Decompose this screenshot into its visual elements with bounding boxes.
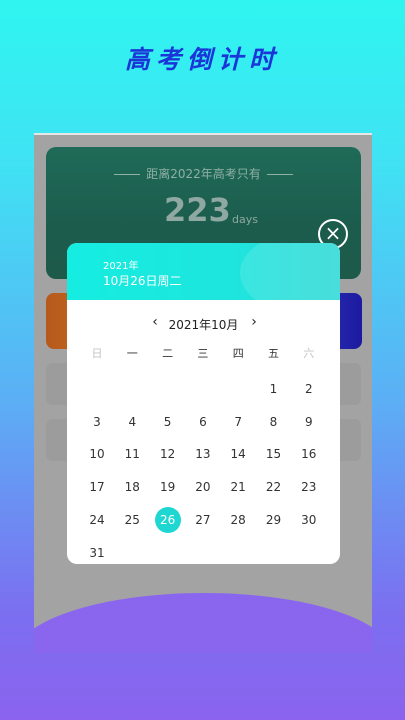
calendar-day[interactable]: 21 xyxy=(221,474,255,500)
calendar-day[interactable]: 3 xyxy=(80,409,114,435)
date-picker-dialog: 2021年 10月26日周二 ‹ 2021年10月 › 日一二三四五六 1234… xyxy=(67,243,340,564)
calendar-day[interactable]: 19 xyxy=(151,474,185,500)
header-decoration xyxy=(240,243,340,313)
calendar-day[interactable]: 20 xyxy=(186,474,220,500)
month-title: 2021年10月 xyxy=(168,318,239,332)
calendar-day[interactable]: 2 xyxy=(292,376,326,402)
calendar-day[interactable]: 18 xyxy=(115,474,149,500)
selected-date[interactable]: 10月26日周二 xyxy=(103,272,182,289)
calendar-day[interactable]: 10 xyxy=(80,441,114,467)
countdown-subtitle: 距离2022年高考只有 xyxy=(146,167,261,181)
selected-year[interactable]: 2021年 xyxy=(103,257,138,272)
divider xyxy=(266,174,293,175)
weekday-label: 四 xyxy=(232,347,244,360)
weekday-label: 六 xyxy=(303,347,315,360)
calendar-day[interactable]: 30 xyxy=(292,507,326,533)
calendar-day[interactable]: 8 xyxy=(257,409,291,435)
app-title: 高考倒计时 xyxy=(124,45,280,74)
calendar-day[interactable]: 5 xyxy=(151,409,185,435)
calendar-day[interactable]: 14 xyxy=(221,441,255,467)
countdown-subtitle-wrap: 距离2022年高考只有 xyxy=(46,165,361,182)
calendar-day[interactable]: 29 xyxy=(257,507,291,533)
calendar-day[interactable]: 9 xyxy=(292,409,326,435)
calendar-day[interactable]: 7 xyxy=(221,409,255,435)
calendar-day[interactable]: 1 xyxy=(257,376,291,402)
calendar-day[interactable]: 24 xyxy=(80,507,114,533)
calendar-day[interactable]: 27 xyxy=(186,507,220,533)
calendar-day[interactable]: 12 xyxy=(151,441,185,467)
calendar-day[interactable]: 16 xyxy=(292,441,326,467)
countdown-unit: days xyxy=(232,213,258,226)
divider xyxy=(114,174,141,175)
divider xyxy=(34,133,372,135)
wave-decoration xyxy=(34,593,372,653)
calendar-day[interactable]: 31 xyxy=(80,540,114,565)
calendar-day-selected[interactable]: 26 xyxy=(151,506,185,533)
chevron-right-icon[interactable]: › xyxy=(246,314,262,330)
date-picker-header: 2021年 10月26日周二 xyxy=(67,243,340,313)
calendar-day[interactable]: 23 xyxy=(292,474,326,500)
calendar-day[interactable]: 13 xyxy=(186,441,220,467)
calendar-day[interactable]: 28 xyxy=(221,507,255,533)
calendar-day[interactable]: 15 xyxy=(257,441,291,467)
calendar-day[interactable]: 25 xyxy=(115,507,149,533)
calendar-day[interactable]: 11 xyxy=(115,441,149,467)
countdown-days: 223 xyxy=(164,191,231,229)
calendar-day[interactable]: 22 xyxy=(257,474,291,500)
calendar-day[interactable]: 17 xyxy=(80,474,114,500)
weekday-label: 三 xyxy=(197,347,209,360)
weekday-label: 日 xyxy=(91,347,103,360)
weekday-label: 二 xyxy=(162,347,174,360)
weekday-label: 五 xyxy=(268,347,279,360)
calendar-day[interactable]: 6 xyxy=(186,409,220,435)
calendar-day[interactable]: 4 xyxy=(115,409,149,435)
month-nav: ‹ 2021年10月 › xyxy=(67,314,340,334)
weekday-label: 一 xyxy=(126,347,138,360)
